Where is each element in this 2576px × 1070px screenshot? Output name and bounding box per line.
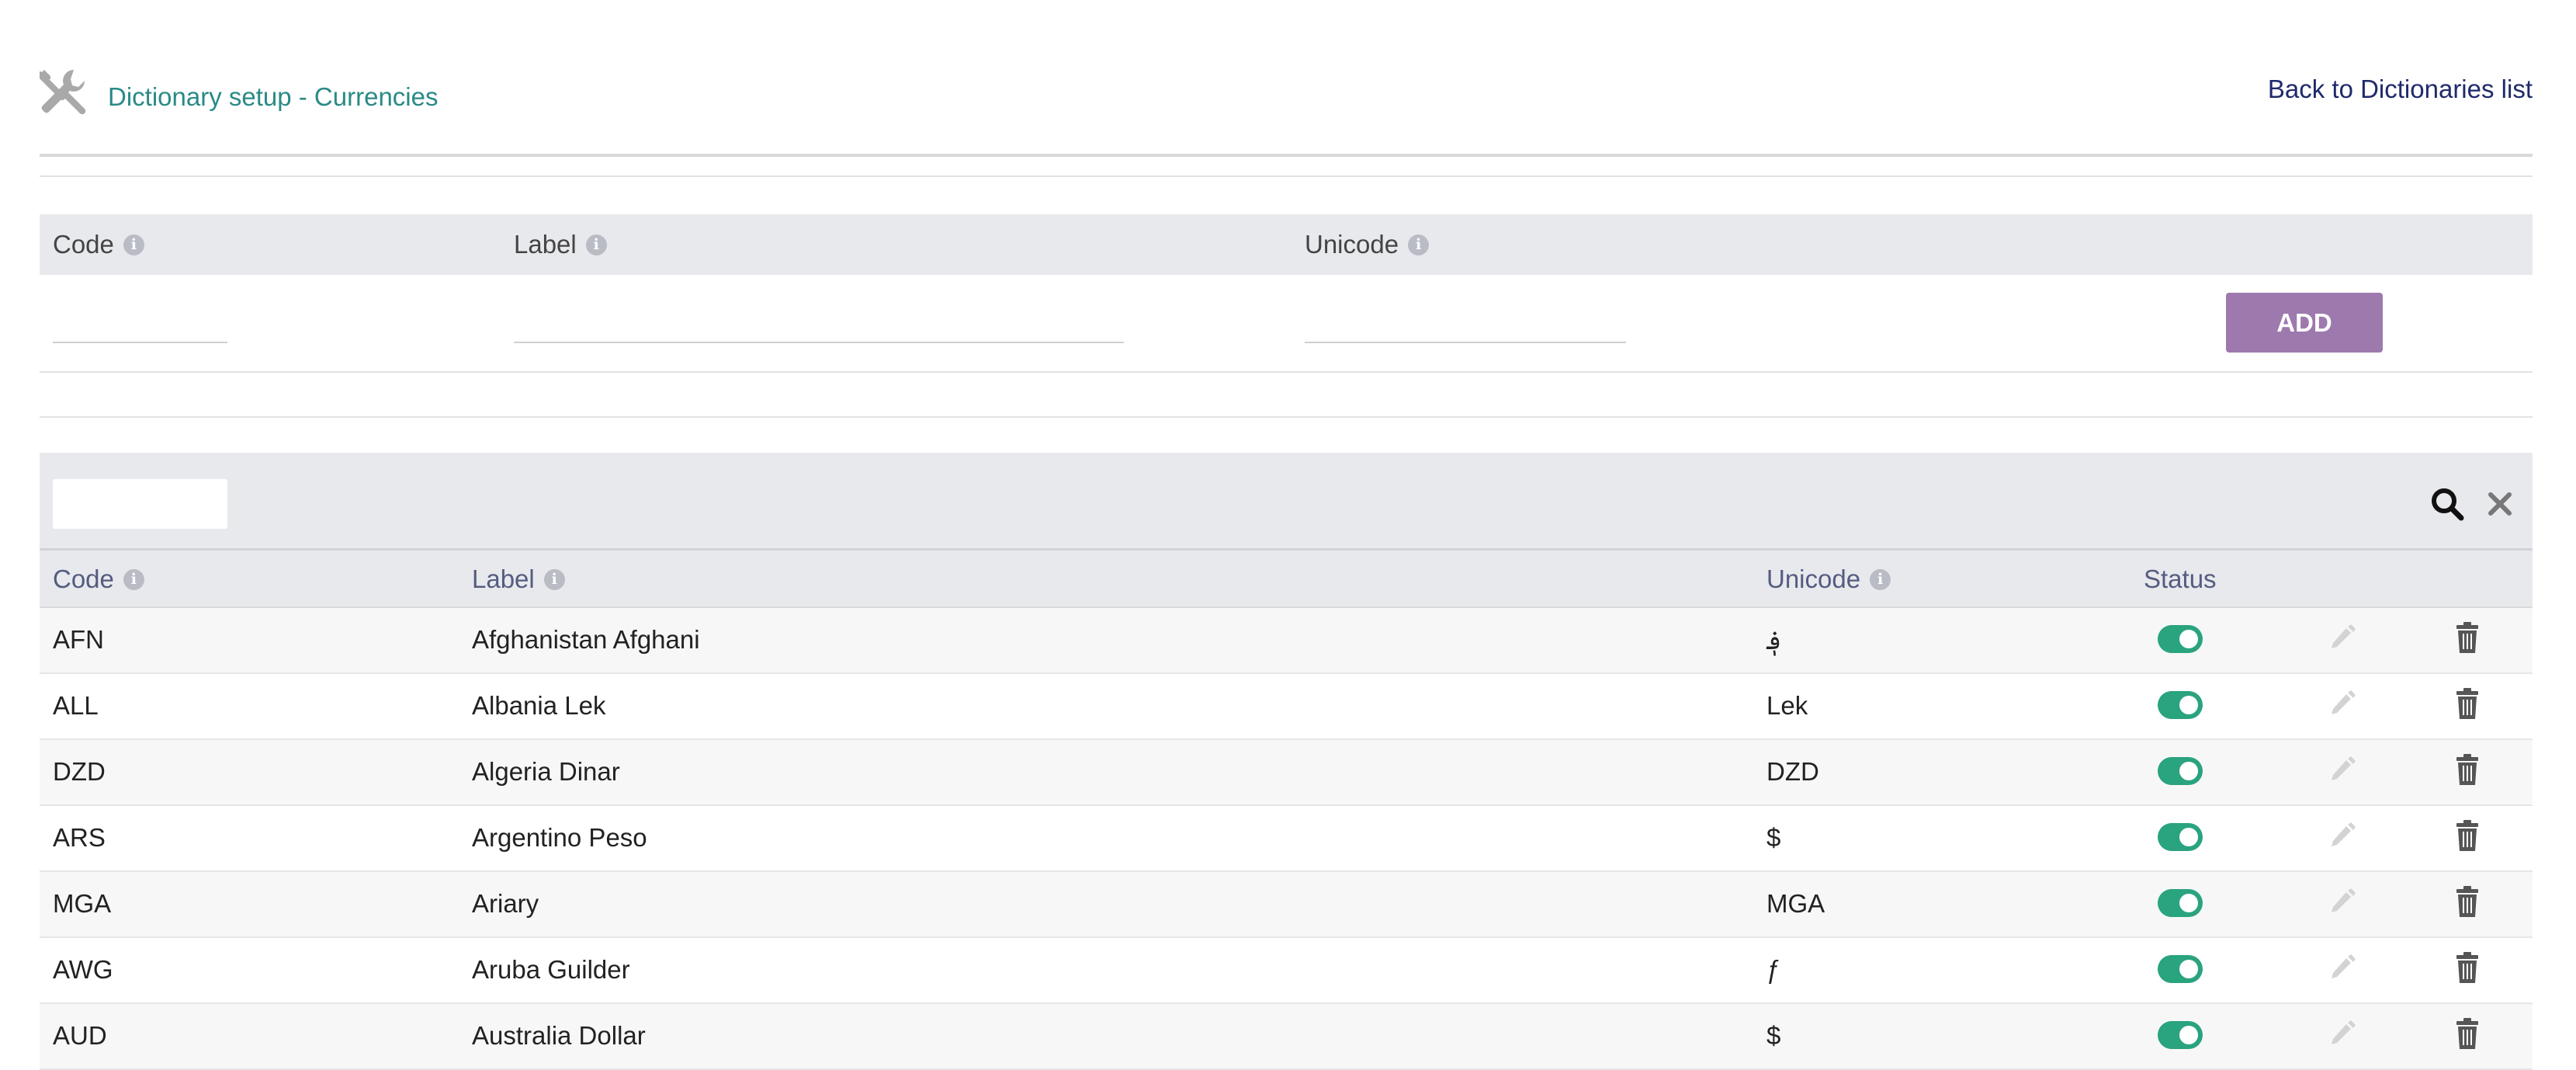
column-header-status[interactable]: Status bbox=[2144, 565, 2217, 594]
cell-label: Afghanistan Afghani bbox=[472, 625, 700, 654]
column-header-code[interactable]: Code i bbox=[53, 565, 144, 594]
cell-code: ARS bbox=[53, 823, 106, 852]
column-header-label: Status bbox=[2144, 565, 2217, 593]
cell-code: MGA bbox=[53, 889, 112, 918]
cell-unicode: Lek bbox=[1766, 691, 1808, 720]
cell-unicode: ؋ bbox=[1766, 626, 1782, 655]
cell-unicode: $ bbox=[1766, 1021, 1781, 1050]
trash-icon[interactable] bbox=[2455, 754, 2480, 787]
cell-unicode: ƒ bbox=[1766, 955, 1781, 984]
status-toggle[interactable] bbox=[2158, 823, 2203, 851]
add-button[interactable]: ADD bbox=[2226, 293, 2383, 353]
pencil-icon[interactable] bbox=[2328, 756, 2356, 787]
add-label-label: Label bbox=[514, 230, 577, 259]
column-header-unicode[interactable]: Unicode i bbox=[1766, 565, 1891, 594]
table-row: AUD Australia Dollar $ bbox=[40, 1004, 2533, 1070]
cell-label: Australia Dollar bbox=[472, 1021, 646, 1050]
pencil-icon[interactable] bbox=[2328, 888, 2356, 919]
table-row: MGA Ariary MGA bbox=[40, 872, 2533, 938]
pencil-icon[interactable] bbox=[2328, 954, 2356, 985]
cell-code: AFN bbox=[53, 625, 104, 654]
add-unicode-header: Unicode i bbox=[1305, 230, 1430, 259]
cell-code: AWG bbox=[53, 955, 113, 984]
table-row: ARS Argentino Peso $ bbox=[40, 806, 2533, 872]
cell-unicode: MGA bbox=[1766, 889, 1825, 918]
add-unicode-label: Unicode bbox=[1305, 230, 1399, 259]
table-row: AWG Aruba Guilder ƒ bbox=[40, 938, 2533, 1004]
info-icon[interactable]: i bbox=[1870, 568, 1891, 590]
status-toggle[interactable] bbox=[2158, 889, 2203, 917]
status-toggle[interactable] bbox=[2158, 757, 2203, 785]
cell-label: Ariary bbox=[472, 889, 539, 918]
search-icon[interactable] bbox=[2430, 487, 2464, 521]
status-toggle[interactable] bbox=[2158, 691, 2203, 719]
table-row: ALL Albania Lek Lek bbox=[40, 674, 2533, 740]
table-search-bar bbox=[40, 453, 2533, 551]
label-input[interactable] bbox=[514, 342, 1124, 343]
pencil-icon[interactable] bbox=[2328, 624, 2356, 655]
info-icon[interactable]: i bbox=[585, 234, 607, 255]
back-to-dictionaries-link[interactable]: Back to Dictionaries list bbox=[2268, 75, 2533, 104]
trash-icon[interactable] bbox=[2455, 688, 2480, 721]
status-toggle[interactable] bbox=[2158, 1021, 2203, 1049]
info-icon[interactable]: i bbox=[123, 234, 144, 255]
unicode-input[interactable] bbox=[1305, 342, 1626, 343]
pencil-icon[interactable] bbox=[2328, 690, 2356, 721]
cell-label: Algeria Dinar bbox=[472, 757, 620, 786]
add-currency-form: Code i Label i Unicode i ADD bbox=[40, 214, 2533, 373]
add-form-header: Code i Label i Unicode i bbox=[40, 214, 2533, 275]
trash-icon[interactable] bbox=[2455, 820, 2480, 853]
info-icon[interactable]: i bbox=[123, 568, 144, 590]
column-header-label[interactable]: Label i bbox=[472, 565, 565, 594]
trash-icon[interactable] bbox=[2455, 886, 2480, 919]
cell-label: Argentino Peso bbox=[472, 823, 647, 852]
status-toggle[interactable] bbox=[2158, 955, 2203, 983]
currencies-table: Code i Label i Unicode i Status AFN Afgh… bbox=[40, 453, 2533, 1070]
search-input[interactable] bbox=[53, 479, 227, 529]
cell-code: AUD bbox=[53, 1021, 107, 1050]
column-header-label: Label bbox=[472, 565, 535, 593]
currencies-page: Dictionary setup - Currencies Back to Di… bbox=[0, 0, 2576, 1070]
trash-icon[interactable] bbox=[2455, 622, 2480, 655]
pencil-icon[interactable] bbox=[2328, 1020, 2356, 1051]
column-header-label: Unicode bbox=[1766, 565, 1861, 593]
code-input[interactable] bbox=[53, 342, 227, 343]
form-divider bbox=[40, 416, 2533, 418]
cell-code: DZD bbox=[53, 757, 106, 786]
add-code-header: Code i bbox=[53, 230, 144, 259]
column-header-label: Code bbox=[53, 565, 114, 593]
cell-unicode: DZD bbox=[1766, 757, 1819, 786]
add-code-label: Code bbox=[53, 230, 114, 259]
tools-icon bbox=[40, 70, 86, 115]
table-header: Code i Label i Unicode i Status bbox=[40, 551, 2533, 608]
header-divider bbox=[40, 175, 2533, 177]
table-row: AFN Afghanistan Afghani ؋ bbox=[40, 608, 2533, 674]
close-icon[interactable] bbox=[2486, 490, 2514, 518]
cell-label: Albania Lek bbox=[472, 691, 606, 720]
page-title: Dictionary setup - Currencies bbox=[108, 82, 439, 111]
pencil-icon[interactable] bbox=[2328, 822, 2356, 853]
page-header: Dictionary setup - Currencies Back to Di… bbox=[40, 62, 2533, 157]
table-row: DZD Algeria Dinar DZD bbox=[40, 740, 2533, 806]
info-icon[interactable]: i bbox=[1408, 234, 1430, 255]
trash-icon[interactable] bbox=[2455, 952, 2480, 985]
trash-icon[interactable] bbox=[2455, 1018, 2480, 1051]
status-toggle[interactable] bbox=[2158, 625, 2203, 653]
table-body: AFN Afghanistan Afghani ؋ ALL Albania Le… bbox=[40, 608, 2533, 1070]
cell-unicode: $ bbox=[1766, 823, 1781, 852]
cell-label: Aruba Guilder bbox=[472, 955, 630, 984]
add-label-header: Label i bbox=[514, 230, 607, 259]
info-icon[interactable]: i bbox=[543, 568, 565, 590]
cell-code: ALL bbox=[53, 691, 99, 720]
